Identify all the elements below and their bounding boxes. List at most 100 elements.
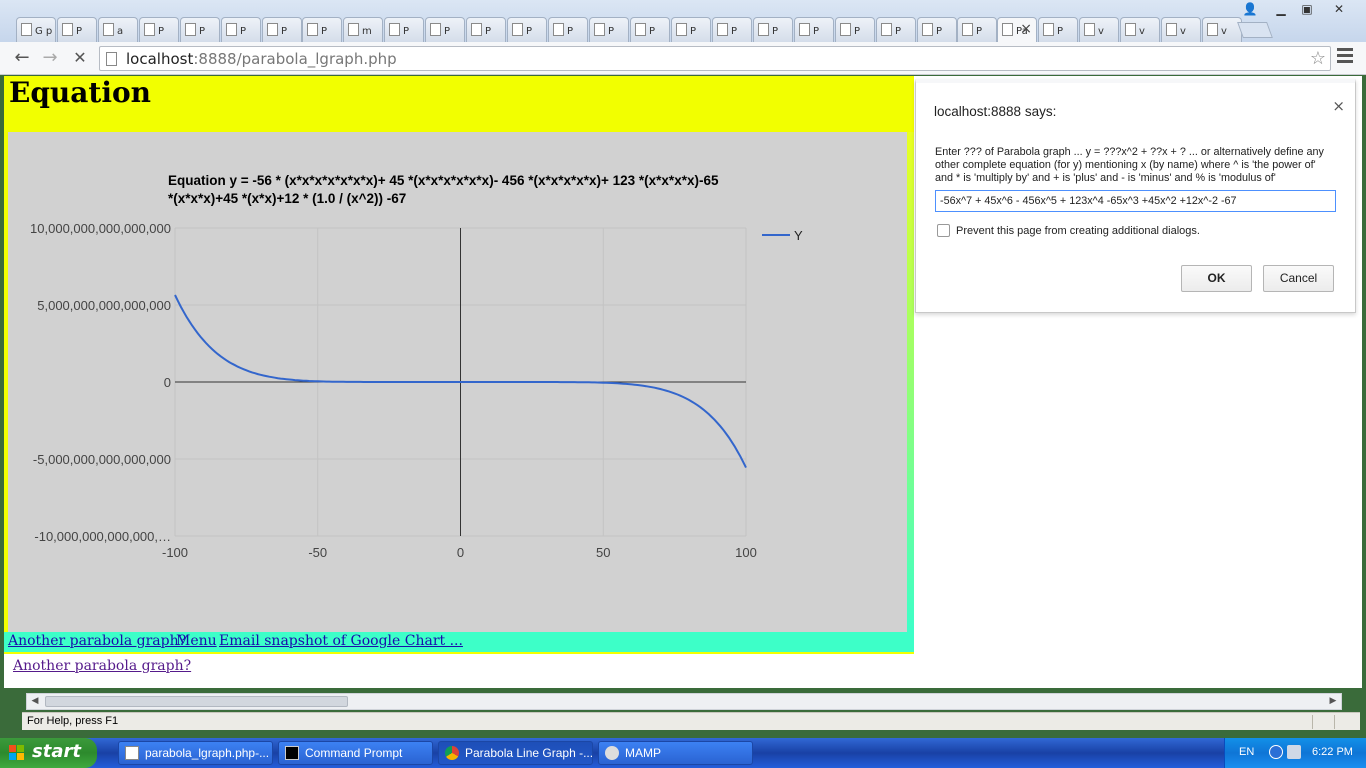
maximize-button[interactable]: ▣ bbox=[1294, 0, 1320, 18]
tab-favicon-icon bbox=[226, 23, 237, 36]
tab-favicon-icon bbox=[144, 23, 155, 36]
address-bar[interactable]: localhost:8888/parabola_lgraph.php ☆ bbox=[99, 46, 1331, 71]
browser-tab[interactable]: P bbox=[507, 17, 547, 42]
menu-link[interactable]: Menu bbox=[176, 633, 217, 649]
tab-favicon-icon bbox=[62, 23, 73, 36]
browser-tab[interactable]: P bbox=[466, 17, 506, 42]
browser-tab[interactable]: P bbox=[180, 17, 220, 42]
legend-label-y[interactable]: Y bbox=[794, 228, 803, 243]
clock: 6:22 PM bbox=[1312, 746, 1353, 758]
another-parabola-link[interactable]: Another parabola graph? bbox=[8, 633, 186, 649]
browser-tab[interactable]: a bbox=[98, 17, 138, 42]
ok-button[interactable]: OK bbox=[1181, 265, 1252, 292]
tab-favicon-icon bbox=[717, 23, 728, 36]
task-label: Parabola Line Graph -... bbox=[465, 746, 593, 760]
chart-title-line2: *(x*x*x)+45 *(x*x)+12 * (1.0 / (x^2)) -6… bbox=[168, 191, 406, 206]
x-tick-label: 100 bbox=[735, 545, 757, 560]
task-label: MAMP bbox=[625, 746, 661, 760]
tab-label: P bbox=[813, 26, 820, 37]
prevent-dialogs-checkbox[interactable] bbox=[937, 224, 950, 237]
browser-tab[interactable]: P bbox=[671, 17, 711, 42]
x-tick-label: 50 bbox=[596, 545, 610, 560]
task-command-prompt[interactable]: Command Prompt bbox=[278, 741, 433, 765]
tab-label: P bbox=[444, 26, 451, 37]
browser-tab[interactable]: P bbox=[548, 17, 588, 42]
scrollbar-thumb[interactable] bbox=[45, 696, 348, 707]
tab-label: P bbox=[158, 26, 165, 37]
tab-favicon-icon bbox=[307, 23, 318, 36]
scroll-left-icon[interactable]: ◀ bbox=[27, 694, 43, 709]
x-tick-label: 0 bbox=[457, 545, 464, 560]
task-chrome[interactable]: Parabola Line Graph -... bbox=[438, 741, 593, 765]
browser-tab[interactable]: Pa × bbox=[997, 17, 1037, 43]
tab-label: P bbox=[199, 26, 206, 37]
task-mamp[interactable]: MAMP bbox=[598, 741, 753, 765]
tab-label: v bbox=[1098, 26, 1104, 37]
tab-label: P bbox=[567, 26, 574, 37]
browser-tab[interactable]: P bbox=[794, 17, 834, 42]
tab-favicon-icon bbox=[962, 23, 973, 36]
browser-tab[interactable]: P bbox=[1038, 17, 1078, 42]
tab-favicon-icon bbox=[430, 23, 441, 36]
tab-favicon-icon bbox=[103, 23, 114, 36]
browser-tab[interactable]: P bbox=[139, 17, 179, 42]
browser-tab[interactable]: P bbox=[917, 17, 957, 42]
url-text[interactable]: localhost:8888/parabola_lgraph.php bbox=[126, 50, 397, 68]
chrome-menu-icon[interactable] bbox=[1337, 48, 1353, 68]
tab-close-icon[interactable]: × bbox=[1020, 21, 1032, 37]
browser-tab[interactable]: P bbox=[221, 17, 261, 42]
browser-tab[interactable]: P bbox=[302, 17, 342, 42]
notepad-icon bbox=[125, 746, 139, 760]
browser-tab[interactable]: P bbox=[57, 17, 97, 42]
another-parabola-link-bottom[interactable]: Another parabola graph? bbox=[13, 658, 191, 674]
language-indicator[interactable]: EN bbox=[1239, 746, 1254, 758]
chrome-icon bbox=[445, 746, 459, 760]
browser-tab[interactable]: m bbox=[343, 17, 383, 42]
browser-tab[interactable]: P bbox=[712, 17, 752, 42]
mamp-elephant-icon bbox=[605, 746, 619, 760]
scroll-right-icon[interactable]: ▶ bbox=[1325, 694, 1341, 709]
browser-tab[interactable]: P bbox=[425, 17, 465, 42]
task-label: parabola_lgraph.php-... bbox=[145, 746, 270, 760]
cancel-button[interactable]: Cancel bbox=[1263, 265, 1334, 292]
tab-label: P bbox=[485, 26, 492, 37]
tray-expand-icon[interactable] bbox=[1269, 745, 1283, 759]
stop-loading-icon[interactable]: ✕ bbox=[68, 47, 92, 69]
browser-tab[interactable]: v bbox=[1120, 17, 1160, 42]
tab-label: v bbox=[1180, 26, 1186, 37]
page-title: Equation bbox=[9, 76, 152, 109]
browser-tab[interactable]: P bbox=[957, 17, 997, 42]
browser-tab[interactable]: P bbox=[876, 17, 916, 42]
window-close-button[interactable]: ✕ bbox=[1326, 0, 1352, 18]
prevent-dialogs-label[interactable]: Prevent this page from creating addition… bbox=[956, 225, 1200, 237]
x-tick-label: -100 bbox=[162, 545, 188, 560]
browser-tab[interactable]: P bbox=[589, 17, 629, 42]
browser-tab[interactable]: P bbox=[384, 17, 424, 42]
browser-tab[interactable]: v bbox=[1202, 17, 1242, 42]
bookmark-star-icon[interactable]: ☆ bbox=[1310, 48, 1326, 69]
equation-input[interactable] bbox=[935, 190, 1336, 212]
horizontal-scrollbar[interactable]: ◀ ▶ bbox=[26, 693, 1342, 710]
minimize-button[interactable]: ▁ bbox=[1268, 0, 1294, 18]
task-notepad[interactable]: parabola_lgraph.php-... bbox=[118, 741, 273, 765]
browser-tab[interactable]: v bbox=[1079, 17, 1119, 42]
profile-icon[interactable]: 👤 bbox=[1237, 0, 1263, 18]
volume-icon[interactable] bbox=[1287, 745, 1301, 759]
browser-tab[interactable]: P bbox=[835, 17, 875, 42]
start-button[interactable]: start bbox=[0, 738, 97, 768]
new-tab-button[interactable] bbox=[1237, 22, 1273, 38]
browser-tab[interactable]: P bbox=[262, 17, 302, 42]
dialog-close-icon[interactable]: × bbox=[1332, 97, 1345, 115]
gradient-strip bbox=[907, 132, 914, 632]
prompt-dialog: localhost:8888 says: × Enter ??? of Para… bbox=[915, 79, 1356, 313]
tab-favicon-icon bbox=[21, 23, 32, 36]
status-divider bbox=[1334, 715, 1335, 729]
email-snapshot-link[interactable]: Email snapshot of Google Chart ... bbox=[219, 633, 463, 649]
browser-tab[interactable]: P bbox=[753, 17, 793, 42]
back-arrow-icon[interactable]: ← bbox=[10, 47, 34, 69]
browser-tab[interactable]: G p bbox=[16, 17, 56, 42]
browser-tab[interactable]: v bbox=[1161, 17, 1201, 42]
browser-tab[interactable]: P bbox=[630, 17, 670, 42]
tab-favicon-icon bbox=[635, 23, 646, 36]
forward-arrow-icon[interactable]: → bbox=[38, 47, 62, 69]
